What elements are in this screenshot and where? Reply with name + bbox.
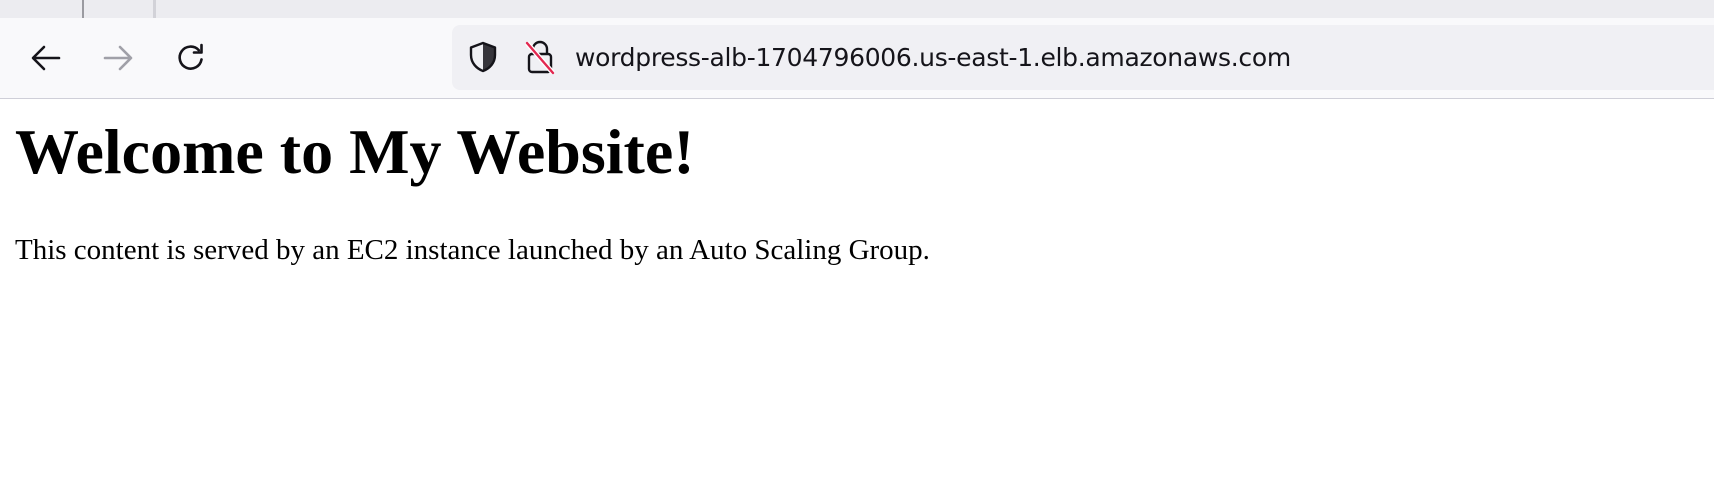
arrow-right-icon [103,45,133,71]
back-button[interactable] [24,36,68,80]
toolbar-divider [0,98,1714,99]
reload-icon [178,43,203,70]
arrow-left-icon [31,45,61,71]
shield-icon[interactable] [466,40,500,74]
reload-button[interactable] [169,36,213,80]
insecure-lock-icon[interactable] [522,38,558,76]
forward-button[interactable] [96,36,140,80]
tab-separator [153,0,156,18]
tab-strip [0,0,1714,18]
page-heading: Welcome to My Website! [15,116,695,187]
url-text[interactable]: wordpress-alb-1704796006.us-east-1.elb.a… [575,40,1291,76]
tab-separator [82,0,84,18]
page-paragraph: This content is served by an EC2 instanc… [15,234,930,266]
